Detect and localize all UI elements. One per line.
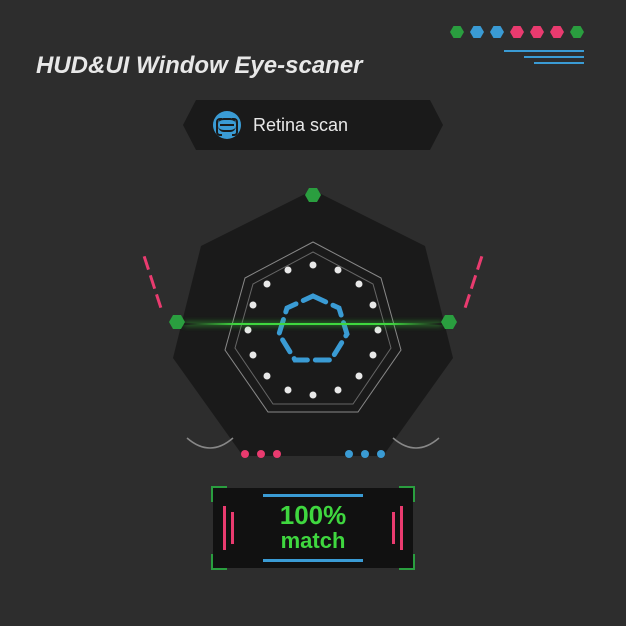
arc-decor: [185, 436, 235, 456]
decor-tick: [223, 506, 226, 550]
match-panel: 100% match: [213, 488, 413, 568]
top-line-decor: [504, 50, 584, 64]
scan-line: [184, 323, 442, 325]
decor-line: [263, 494, 363, 497]
decor-tick: [400, 506, 403, 550]
dot-row-pink: [241, 450, 281, 458]
match-label: match: [281, 528, 346, 554]
dot-row-blue: [345, 450, 385, 458]
side-ticks-left: [143, 256, 163, 308]
corner-bracket-icon: [399, 486, 415, 502]
scan-icon: [213, 111, 241, 139]
eye-scanner: [143, 160, 483, 500]
iris-icon: [273, 290, 353, 370]
retina-scan-panel: Retina scan: [183, 100, 443, 150]
page-title: HUD&UI Window Eye-scaner: [36, 52, 363, 80]
corner-bracket-icon: [399, 554, 415, 570]
side-ticks-right: [464, 256, 484, 308]
match-value: 100%: [280, 502, 347, 528]
decor-tick: [231, 512, 234, 544]
decor-line: [263, 559, 363, 562]
corner-bracket-icon: [211, 486, 227, 502]
retina-label: Retina scan: [253, 115, 348, 136]
corner-bracket-icon: [211, 554, 227, 570]
top-hex-row: [450, 26, 584, 38]
arc-decor: [391, 436, 441, 456]
decor-tick: [392, 512, 395, 544]
